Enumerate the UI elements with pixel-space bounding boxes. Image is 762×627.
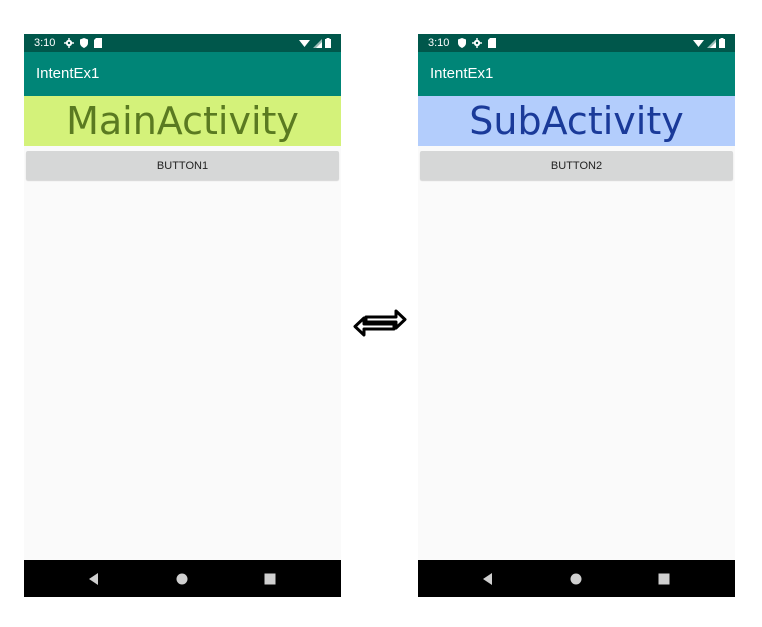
home-icon [570, 573, 582, 584]
gear-icon [472, 38, 482, 48]
home-icon [176, 573, 188, 584]
sdcard-icon [488, 38, 496, 48]
sdcard-icon [94, 38, 102, 48]
activity-label: SubActivity [418, 96, 735, 146]
home-button[interactable] [167, 560, 197, 597]
battery-icon [325, 38, 331, 48]
navigation-bar [418, 560, 735, 597]
swap-arrows-icon [353, 309, 407, 337]
app-bar: IntentEx1 [418, 52, 735, 96]
recents-icon [658, 573, 670, 584]
status-time: 3:10 [34, 37, 56, 49]
activity-label: MainActivity [24, 96, 341, 146]
wifi-icon [693, 39, 704, 47]
main-activity-screen: 3:10 IntentEx1 MainActivity BUTTON1 [24, 34, 341, 597]
home-button[interactable] [561, 560, 591, 597]
app-bar: IntentEx1 [24, 52, 341, 96]
app-title: IntentEx1 [36, 65, 100, 82]
back-icon [89, 572, 98, 585]
gear-icon [64, 38, 74, 48]
cell-signal-icon [707, 38, 716, 48]
shield-icon [80, 38, 88, 48]
battery-icon [719, 38, 725, 48]
back-button[interactable] [473, 560, 503, 597]
button2[interactable]: BUTTON2 [420, 151, 733, 180]
status-bar: 3:10 [418, 34, 735, 52]
status-time: 3:10 [428, 37, 450, 49]
back-button[interactable] [79, 560, 109, 597]
wifi-icon [299, 39, 310, 47]
sub-activity-screen: 3:10 IntentEx1 SubActivity BUTTON2 [418, 34, 735, 597]
status-bar: 3:10 [24, 34, 341, 52]
recents-button[interactable] [255, 560, 285, 597]
button1[interactable]: BUTTON1 [26, 151, 339, 180]
cell-signal-icon [313, 38, 322, 48]
app-title: IntentEx1 [430, 65, 494, 82]
back-icon [483, 572, 492, 585]
navigation-bar [24, 560, 341, 597]
shield-icon [458, 38, 466, 48]
recents-button[interactable] [649, 560, 679, 597]
recents-icon [264, 573, 276, 584]
